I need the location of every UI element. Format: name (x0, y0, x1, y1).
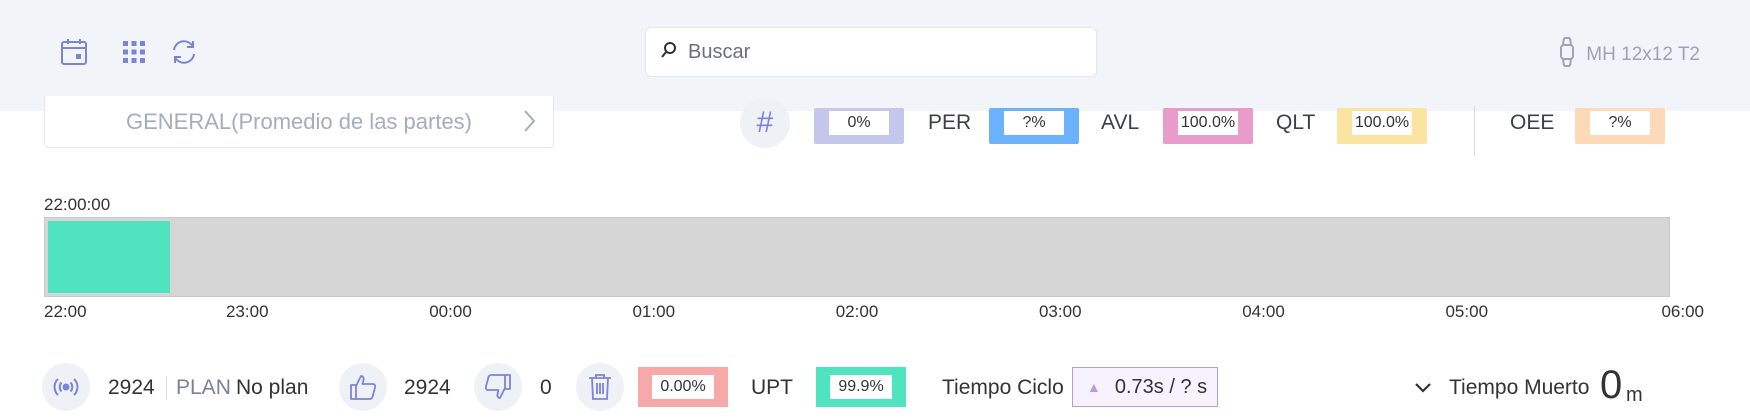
cycle-time-box: ▲ 0.73s / ? s (1072, 367, 1218, 407)
top-bar: MH 12x12 T2 (0, 0, 1750, 111)
timeline-tick-label: 03:00 (1038, 302, 1082, 321)
qlt-metric: 100.0% (1337, 108, 1427, 144)
arrow-up-icon: ▲ (1087, 379, 1101, 395)
bad-count: 0 (540, 376, 552, 399)
per-metric: ?% (989, 108, 1079, 144)
oee-metric: ?% (1575, 108, 1665, 144)
hash-icon[interactable]: # (740, 98, 790, 148)
avl-metric: 100.0% (1163, 108, 1253, 144)
plan-separator (166, 376, 167, 400)
timeline-start-time: 22:00:00 (44, 195, 111, 214)
dead-time-unit: m (1626, 384, 1643, 406)
good-count: 2924 (404, 376, 451, 399)
avl-value: 100.0% (1177, 111, 1239, 135)
per-label: PER (928, 111, 972, 134)
cycle-time-label: Tiempo Ciclo (942, 376, 1064, 399)
timeline-tick-label: 02:00 (835, 302, 879, 321)
part-selector[interactable]: GENERAL(Promedio de las partes) (44, 96, 554, 148)
total-count: 2924 (108, 376, 155, 399)
divider (1474, 106, 1475, 156)
chevron-down-icon[interactable] (1412, 377, 1434, 399)
search-input[interactable] (688, 40, 1068, 64)
signal-icon (42, 363, 90, 411)
search-bar[interactable] (645, 27, 1097, 77)
oee-label: OEE (1510, 111, 1555, 134)
timeline-tick-label: 06:00 (1661, 302, 1704, 321)
calendar-icon[interactable] (56, 34, 92, 70)
oee-value: ?% (1590, 111, 1650, 135)
timeline-tick-label: 23:00 (225, 302, 269, 321)
timeline-tick-label: 00:00 (429, 302, 472, 321)
grid-icon[interactable] (116, 34, 152, 70)
qlt-label: QLT (1276, 111, 1316, 134)
timeline-tick-label: 22:00 (44, 302, 87, 321)
dead-time-label: Tiempo Muerto (1449, 376, 1590, 399)
production-timeline[interactable] (44, 217, 1670, 297)
chevron-right-icon (519, 108, 539, 140)
scrap-rate-value: 0.00% (652, 375, 714, 399)
upt-value: 99.9% (830, 375, 892, 399)
count-value: 0% (829, 111, 889, 135)
thumbs-up-icon (339, 363, 387, 411)
timeline-tick-label: 05:00 (1445, 302, 1489, 321)
plan-label: PLAN (176, 376, 231, 399)
trash-icon (576, 363, 624, 411)
timeline-tick-label: 04:00 (1242, 302, 1285, 321)
part-selector-label: GENERAL(Promedio de las partes) (125, 108, 473, 134)
plan-value: No plan (236, 376, 309, 399)
dead-time-value: 0 (1600, 363, 1623, 407)
scrap-rate: 0.00% (638, 367, 728, 407)
avl-label: AVL (1101, 111, 1140, 134)
timeline-tick-label: 01:00 (632, 302, 676, 321)
qlt-value: 100.0% (1351, 111, 1413, 135)
timeline-running-segment[interactable] (48, 221, 170, 293)
thumbs-down-icon (474, 363, 522, 411)
upt-label: UPT (751, 376, 793, 399)
refresh-icon[interactable] (166, 34, 202, 70)
per-value: ?% (1004, 111, 1064, 135)
count-metric: 0% (814, 108, 904, 144)
search-icon (660, 41, 678, 64)
watch-icon (1558, 36, 1576, 74)
device-selector[interactable]: MH 12x12 T2 (1558, 36, 1700, 74)
upt-metric: 99.9% (816, 367, 906, 407)
device-name: MH 12x12 T2 (1586, 44, 1700, 65)
cycle-time-value: 0.73s / ? s (1114, 375, 1208, 398)
